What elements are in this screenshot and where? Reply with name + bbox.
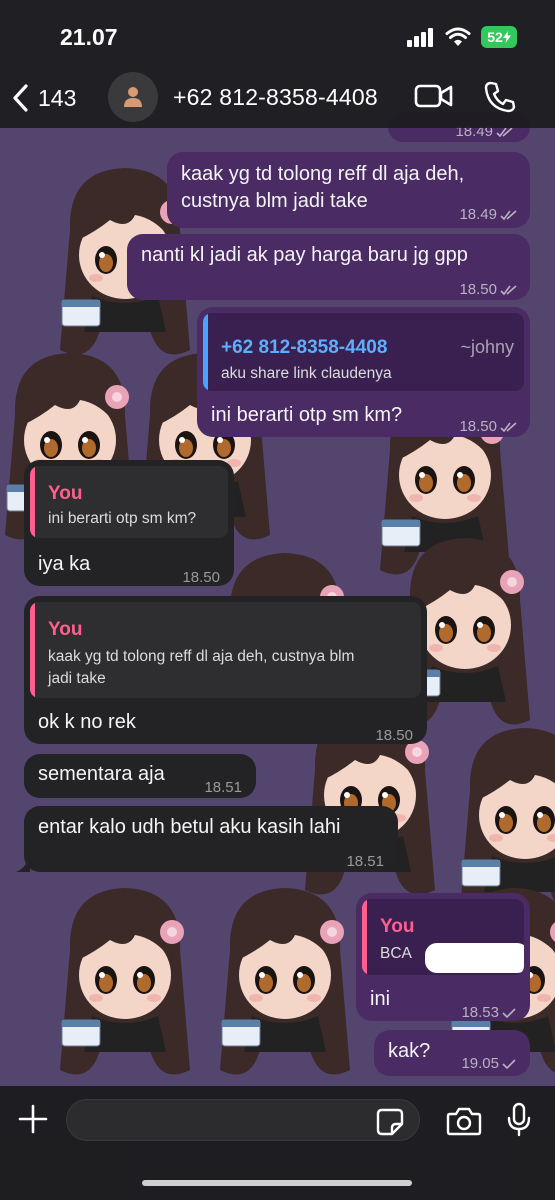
message-text: ini — [370, 988, 391, 1010]
quote-accent-bar — [362, 899, 367, 975]
quote-accent-bar — [30, 602, 35, 698]
unread-count: 143 — [38, 84, 77, 111]
quote-author: +62 812-8358-4408 — [221, 337, 388, 358]
time-label: 18.51 — [204, 779, 242, 796]
quoted-message[interactable]: +62 812-8358-4408 ~johny aku share link … — [203, 313, 524, 391]
quoted-message[interactable]: You BCA — [362, 899, 524, 975]
status-time: 21.07 — [60, 24, 118, 50]
quote-text: kaak yg td tolong reff dl aja deh, custn… — [48, 646, 354, 690]
quote-accent-bar — [30, 466, 35, 538]
top-bar: 21.07 52 143 +62 812-8358-4408 — [0, 0, 555, 128]
message-time: 18.49 — [459, 201, 518, 228]
person-icon — [124, 87, 142, 107]
quoted-message[interactable]: You ini berarti otp sm km? — [30, 466, 228, 538]
message-bubble-outgoing[interactable]: nanti kl jadi ak pay harga baru jg gpp 1… — [127, 234, 530, 300]
quote-author: You — [380, 916, 415, 937]
video-camera-icon[interactable] — [414, 82, 454, 110]
chat-header: 143 +62 812-8358-4408 — [0, 72, 555, 122]
status-icons: 52 — [407, 25, 517, 49]
message-text: kaak yg td tolong reff dl aja deh, custn… — [181, 161, 464, 215]
battery-level: 52 — [487, 29, 503, 45]
quote-author: You — [48, 619, 83, 640]
microphone-icon[interactable] — [506, 1102, 532, 1138]
contact-name[interactable]: +62 812-8358-4408 — [173, 84, 378, 111]
quote-text: aku share link claudenya — [221, 365, 392, 382]
quote-text: ini berarti otp sm km? — [48, 510, 197, 527]
message-time: 18.51 — [346, 848, 384, 875]
message-text: entar kalo udh betul aku kasih lahi — [38, 816, 341, 838]
message-time: 19.05 — [461, 1050, 516, 1077]
message-time: 18.53 — [461, 999, 516, 1026]
wifi-icon — [445, 27, 471, 46]
redaction-mark — [425, 943, 524, 973]
message-text: nanti kl jadi ak pay harga baru jg gpp — [141, 244, 468, 266]
sticker-icon[interactable] — [376, 1108, 404, 1136]
check-icon — [502, 1007, 516, 1018]
double-check-icon — [500, 209, 517, 220]
message-text: kak? — [388, 1040, 431, 1062]
time-label: 18.53 — [461, 1004, 499, 1021]
message-text: sementara aja — [38, 763, 165, 785]
back-button[interactable]: 143 — [10, 78, 76, 118]
quote-author-alias: ~johny — [460, 337, 514, 357]
time-label: 19.05 — [461, 1055, 499, 1072]
message-bubble-outgoing[interactable]: You BCA ini 18.53 — [356, 893, 530, 1021]
double-check-icon — [500, 284, 517, 295]
composer-bar — [0, 1086, 555, 1200]
bubble-tail — [16, 856, 30, 872]
time-label: 18.50 — [375, 727, 413, 744]
double-check-icon — [500, 421, 517, 432]
message-bubble-incoming[interactable]: sementara aja 18.51 — [24, 754, 256, 798]
avatar[interactable] — [108, 72, 158, 122]
time-label: 18.50 — [182, 569, 220, 586]
message-bubble-incoming[interactable]: You ini berarti otp sm km? iya ka 18.50 — [24, 460, 234, 586]
message-bubble-outgoing[interactable]: kaak yg td tolong reff dl aja deh, custn… — [167, 152, 530, 228]
message-list: 18.49 kaak yg td tolong reff dl aja deh,… — [0, 0, 555, 1200]
quote-text-line: jadi take — [48, 670, 106, 687]
message-time: 18.51 — [204, 774, 242, 801]
time-label: 18.51 — [346, 853, 384, 870]
message-text: ok k no rek — [38, 711, 136, 733]
message-bubble-outgoing[interactable]: +62 812-8358-4408 ~johny aku share link … — [197, 307, 530, 437]
message-text: iya ka — [38, 553, 91, 575]
time-label: 18.50 — [459, 418, 497, 435]
message-text-line: custnya blm jadi take — [181, 190, 368, 212]
plus-icon[interactable] — [18, 1104, 48, 1134]
quote-text: BCA — [380, 945, 412, 962]
chevron-left-icon — [13, 84, 28, 112]
quote-accent-bar — [203, 313, 208, 391]
check-icon — [502, 1058, 516, 1069]
home-indicator — [142, 1180, 412, 1186]
message-time: 18.50 — [375, 722, 413, 749]
message-time: 18.50 — [459, 276, 518, 303]
message-input[interactable] — [66, 1099, 420, 1141]
phone-icon[interactable] — [483, 80, 517, 114]
time-label: 18.50 — [459, 281, 497, 298]
message-bubble-incoming[interactable]: You kaak yg td tolong reff dl aja deh, c… — [24, 596, 427, 744]
message-text-line: kaak yg td tolong reff dl aja deh, — [181, 163, 465, 185]
message-bubble-incoming[interactable]: entar kalo udh betul aku kasih lahi 18.5… — [24, 806, 398, 872]
time-label: 18.49 — [459, 206, 497, 223]
message-time: 18.50 — [459, 413, 518, 440]
signal-icon — [407, 28, 433, 47]
quote-text-line: kaak yg td tolong reff dl aja deh, custn… — [48, 648, 355, 665]
message-text: ini berarti otp sm km? — [211, 404, 403, 426]
quoted-message[interactable]: You kaak yg td tolong reff dl aja deh, c… — [30, 602, 421, 698]
battery-charging-icon: 52 — [481, 26, 517, 48]
message-bubble-outgoing[interactable]: kak? 19.05 — [374, 1030, 530, 1076]
charging-bolt-icon — [502, 31, 511, 43]
camera-icon[interactable] — [446, 1106, 482, 1136]
quote-author: You — [48, 483, 83, 504]
message-time: 18.50 — [182, 564, 220, 591]
